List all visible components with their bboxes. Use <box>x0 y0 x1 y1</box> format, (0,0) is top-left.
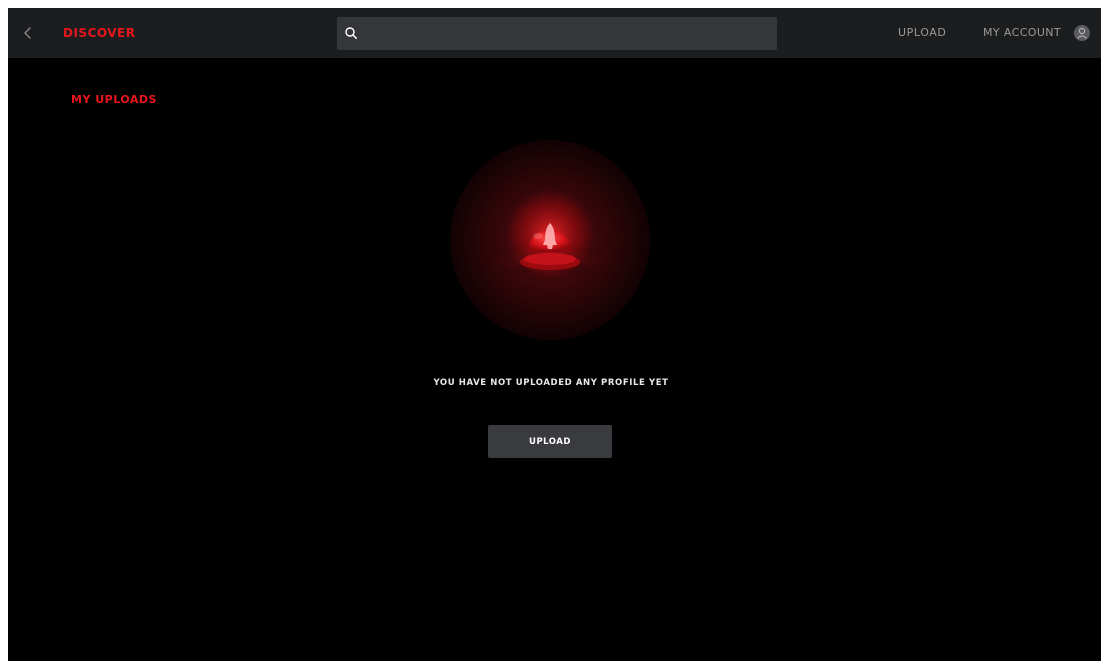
my-account-link[interactable]: MY ACCOUNT <box>983 25 1061 41</box>
upload-button[interactable]: UPLOAD <box>488 425 612 458</box>
page-title: MY UPLOADS <box>71 93 157 106</box>
chevron-left-icon <box>24 27 31 39</box>
top-navigation-bar: DISCOVER UPLOAD MY ACCOUNT <box>8 8 1101 58</box>
user-avatar-icon[interactable] <box>1074 25 1090 41</box>
back-button[interactable] <box>18 23 38 43</box>
search-icon <box>345 27 357 39</box>
discover-link[interactable]: DISCOVER <box>63 24 135 42</box>
app-window: DISCOVER UPLOAD MY ACCOUNT MY UPLOADS YO… <box>8 8 1101 661</box>
nav-upload-link[interactable]: UPLOAD <box>898 25 946 41</box>
search-bar[interactable] <box>337 17 777 50</box>
empty-state-message: YOU HAVE NOT UPLOADED ANY PROFILE YET <box>433 378 669 388</box>
empty-uploads-illustration <box>450 140 650 340</box>
search-input[interactable] <box>365 17 770 50</box>
user-silhouette-icon <box>1077 27 1087 39</box>
